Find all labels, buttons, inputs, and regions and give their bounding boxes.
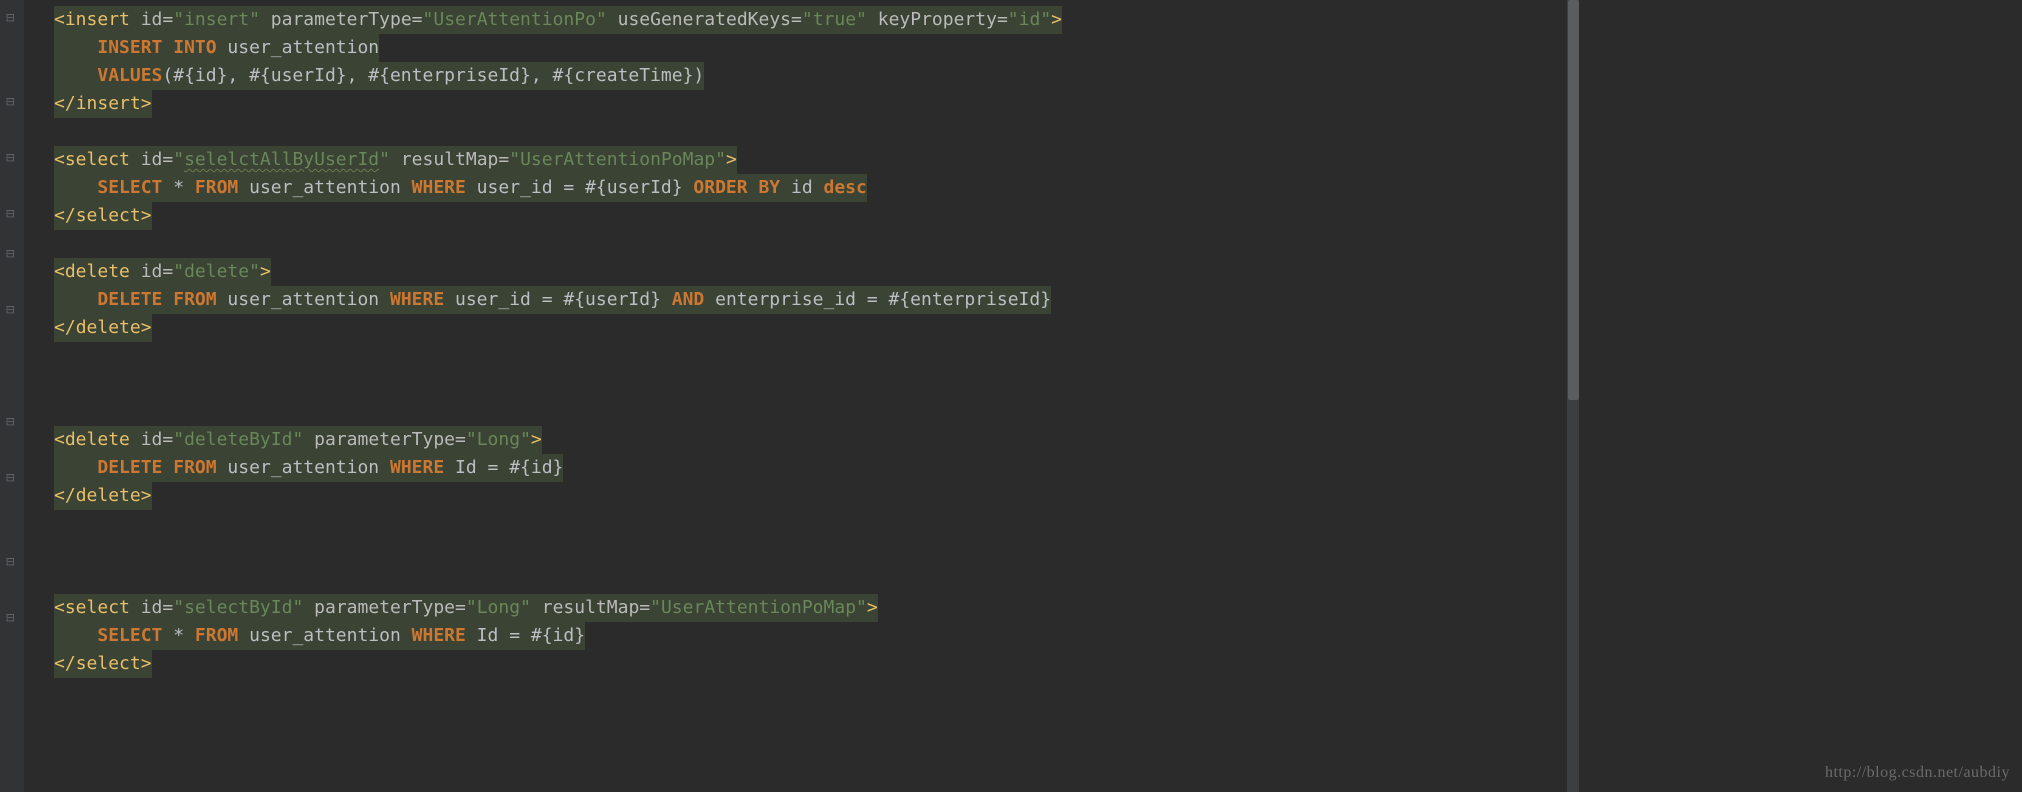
blank-line (54, 566, 1566, 594)
code-line: <insert id="insert" parameterType="UserA… (54, 6, 1566, 34)
code-line: DELETE FROM user_attention WHERE Id = #{… (54, 454, 1566, 482)
code-line: INSERT INTO user_attention (54, 34, 1566, 62)
code-line: DELETE FROM user_attention WHERE user_id… (54, 286, 1566, 314)
watermark-text: http://blog.csdn.net/aubdiy (1825, 761, 2010, 786)
fold-mark-icon[interactable]: ⊟ (6, 152, 18, 164)
code-editor[interactable]: ⊟ ⊟ ⊟ ⊟ ⊟ ⊟ ⊟ ⊟ ⊟ ⊟ <insert id="insert" … (0, 0, 1566, 792)
fold-mark-icon[interactable]: ⊟ (6, 248, 18, 260)
code-line: </select> (54, 650, 1566, 678)
fold-mark-icon[interactable]: ⊟ (6, 416, 18, 428)
blank-line (54, 538, 1566, 566)
code-line: <delete id="delete"> (54, 258, 1566, 286)
fold-mark-icon[interactable]: ⊟ (6, 556, 18, 568)
code-line: SELECT * FROM user_attention WHERE user_… (54, 174, 1566, 202)
blank-line (54, 118, 1566, 146)
vertical-scrollbar[interactable] (1566, 0, 1579, 792)
code-line: <select id="selectById" parameterType="L… (54, 594, 1566, 622)
code-line: SELECT * FROM user_attention WHERE Id = … (54, 622, 1566, 650)
fold-mark-icon[interactable]: ⊟ (6, 208, 18, 220)
blank-line (54, 342, 1566, 370)
code-line: </select> (54, 202, 1566, 230)
fold-mark-icon[interactable]: ⊟ (6, 304, 18, 316)
fold-mark-icon[interactable]: ⊟ (6, 612, 18, 624)
blank-line (54, 510, 1566, 538)
scrollbar-thumb[interactable] (1568, 0, 1579, 400)
blank-line (54, 230, 1566, 258)
code-line: </delete> (54, 314, 1566, 342)
code-line: </insert> (54, 90, 1566, 118)
code-line: VALUES(#{id}, #{userId}, #{enterpriseId}… (54, 62, 1566, 90)
code-content[interactable]: <insert id="insert" parameterType="UserA… (24, 6, 1566, 678)
blank-line (54, 370, 1566, 398)
fold-mark-icon[interactable]: ⊟ (6, 12, 18, 24)
code-line: <delete id="deleteById" parameterType="L… (54, 426, 1566, 454)
code-line: <select id="selelctAllByUserId" resultMa… (54, 146, 1566, 174)
fold-mark-icon[interactable]: ⊟ (6, 96, 18, 108)
blank-line (54, 398, 1566, 426)
fold-mark-icon[interactable]: ⊟ (6, 472, 18, 484)
code-line: </delete> (54, 482, 1566, 510)
gutter: ⊟ ⊟ ⊟ ⊟ ⊟ ⊟ ⊟ ⊟ ⊟ ⊟ (0, 0, 24, 792)
